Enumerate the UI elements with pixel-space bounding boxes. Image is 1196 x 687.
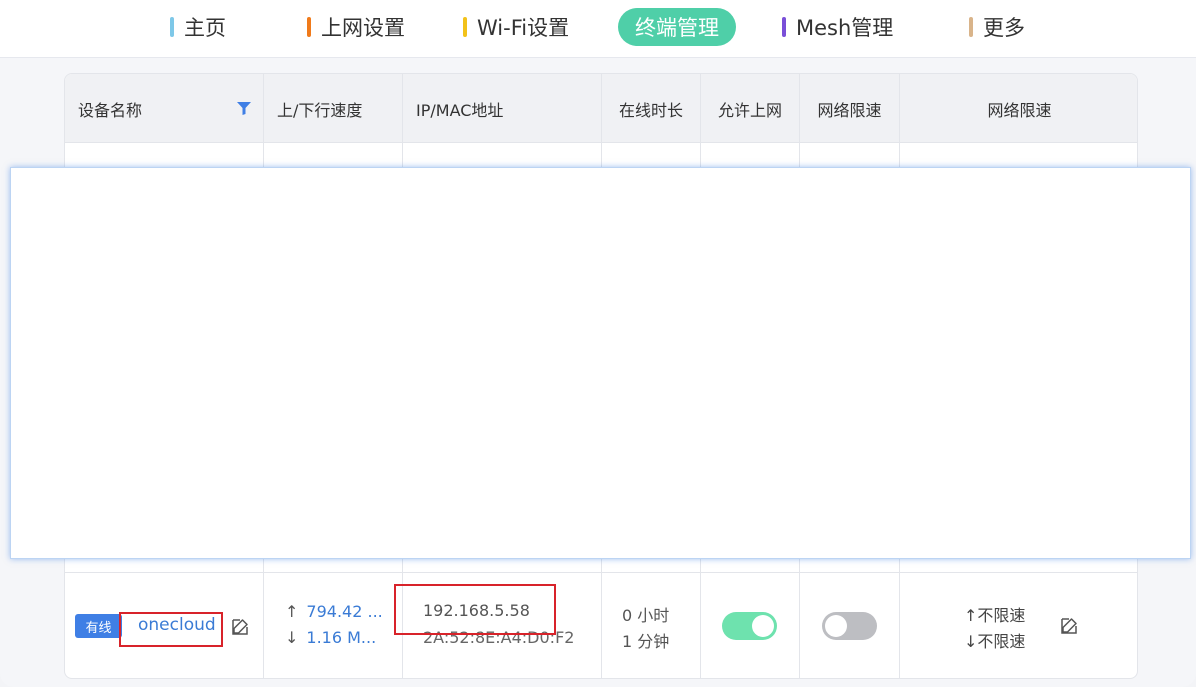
nav-item-label: 主页 (184, 16, 226, 40)
header-ip-mac: IP/MAC地址 (403, 74, 602, 143)
header-label: 网络限速 (817, 100, 882, 120)
header-rate-limit: 网络限速 (900, 74, 1137, 143)
row-divider (65, 572, 1137, 573)
nav-item-label: 更多 (983, 16, 1025, 40)
toggle-knob (752, 615, 774, 637)
download-limit: ↓不限速 (964, 632, 1026, 651)
header-rate-limit-toggle: 网络限速 (800, 74, 900, 143)
download-speed: ↓ 1.16 M... (285, 628, 376, 647)
upload-speed-value: 794.42 ... (306, 602, 383, 621)
header-label: 网络限速 (987, 100, 1052, 120)
nav-marker (969, 17, 973, 37)
overlay-panel (10, 167, 1191, 559)
upload-limit: ↑不限速 (964, 606, 1026, 625)
allow-internet-toggle[interactable] (722, 612, 777, 640)
nav-item-internet-settings[interactable]: 上网设置 (307, 8, 405, 46)
nav-item-label: Wi-Fi设置 (477, 16, 570, 40)
connection-type-badge: 有线 (75, 614, 122, 638)
rate-limit-toggle[interactable] (822, 612, 877, 640)
nav-item-wifi-settings[interactable]: Wi-Fi设置 (463, 8, 569, 46)
ip-address: 192.168.5.58 (423, 601, 530, 620)
up-arrow-icon: ↑ (285, 602, 299, 621)
header-label: IP/MAC地址 (416, 100, 504, 120)
header-online-time: 在线时长 (602, 74, 701, 143)
header-label: 允许上网 (717, 100, 782, 120)
edit-icon[interactable] (231, 618, 249, 636)
nav-item-label: 终端管理 (635, 16, 719, 40)
nav-marker (463, 17, 467, 37)
nav-marker (170, 17, 174, 37)
nav-item-label: Mesh管理 (796, 16, 894, 40)
upload-speed: ↑ 794.42 ... (285, 602, 383, 621)
nav-item-mesh-management[interactable]: Mesh管理 (782, 8, 893, 46)
nav-item-terminal-management[interactable]: 终端管理 (618, 8, 736, 46)
nav-item-label: 上网设置 (321, 16, 405, 40)
table-header: 设备名称 上/下行速度 IP/MAC地址 在线时长 允许上网 网络限速 网络限速 (65, 74, 1137, 143)
down-arrow-icon: ↓ (285, 628, 299, 647)
filter-icon[interactable] (237, 102, 251, 115)
edit-icon[interactable] (1060, 617, 1078, 635)
online-minutes: 1 分钟 (622, 632, 670, 651)
mac-address: 2A:52:8E:A4:D0:F2 (423, 628, 575, 647)
header-label: 设备名称 (78, 100, 143, 120)
download-speed-value: 1.16 M... (306, 628, 377, 647)
nav-item-more[interactable]: 更多 (969, 8, 1025, 46)
toggle-knob (825, 615, 847, 637)
header-label: 上/下行速度 (277, 100, 363, 120)
nav-marker (307, 17, 311, 37)
header-device-name: 设备名称 (65, 74, 264, 143)
online-hours: 0 小时 (622, 606, 670, 625)
top-navigation: 主页 上网设置 Wi-Fi设置 终端管理 Mesh管理 更多 (0, 0, 1196, 58)
nav-marker (782, 17, 786, 37)
header-speed: 上/下行速度 (264, 74, 403, 143)
header-allow-internet: 允许上网 (701, 74, 800, 143)
device-name-link[interactable]: onecloud (138, 615, 216, 635)
nav-item-home[interactable]: 主页 (170, 8, 226, 46)
header-label: 在线时长 (618, 100, 683, 120)
